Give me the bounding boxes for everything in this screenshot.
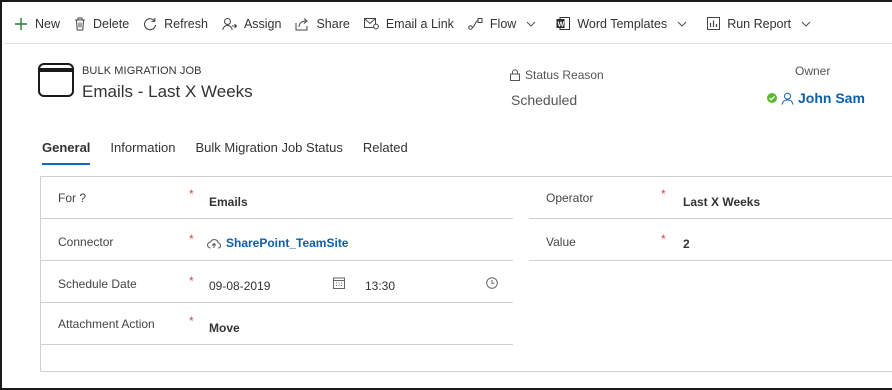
run-report-label: Run Report: [727, 16, 792, 31]
required-indicator: *: [189, 187, 194, 201]
operator-value[interactable]: Last X Weeks: [683, 195, 760, 209]
share-label: Share: [316, 16, 350, 31]
report-icon: [707, 17, 721, 30]
svg-text:W: W: [558, 21, 565, 28]
word-templates-button[interactable]: W Word Templates: [550, 4, 701, 44]
schedule-date-label: Schedule Date: [58, 277, 137, 291]
email-link-icon: [363, 18, 379, 30]
cloud-icon: [207, 238, 221, 248]
flow-icon: [468, 17, 483, 30]
tab-list: General Information Bulk Migration Job S…: [42, 140, 428, 165]
for-label: For ?: [58, 191, 87, 205]
chevron-down-icon: [677, 21, 687, 27]
required-indicator: *: [189, 232, 194, 246]
required-indicator: *: [189, 274, 194, 288]
status-reason-text: Status Reason: [525, 68, 604, 82]
refresh-button[interactable]: Refresh: [137, 4, 216, 44]
delete-label: Delete: [93, 16, 130, 31]
entity-type: BULK MIGRATION JOB: [82, 65, 202, 77]
owner-field[interactable]: John Sam: [767, 90, 865, 106]
general-section: For ? * Emails Connector * SharePoint_Te…: [40, 176, 892, 372]
assign-label: Assign: [243, 16, 282, 31]
presence-available-icon: [767, 93, 777, 103]
chevron-down-icon: [801, 21, 811, 27]
attachment-action-value[interactable]: Move: [209, 321, 240, 335]
calendar-icon[interactable]: [333, 277, 345, 289]
flow-button[interactable]: Flow: [462, 4, 550, 44]
for-value[interactable]: Emails: [209, 195, 248, 209]
schedule-date-row: Schedule Date * 09-08-2019 13:30: [41, 261, 513, 303]
tab-bulk-migration-job-status[interactable]: Bulk Migration Job Status: [195, 140, 342, 165]
tab-general[interactable]: General: [42, 140, 91, 165]
refresh-icon: [144, 17, 157, 30]
delete-button[interactable]: Delete: [68, 4, 137, 44]
connector-row: Connector * SharePoint_TeamSite: [41, 219, 513, 261]
tab-related[interactable]: Related: [363, 140, 408, 165]
for-row: For ? * Emails: [41, 177, 513, 219]
required-indicator: *: [661, 187, 666, 201]
attachment-action-row: Attachment Action * Move: [41, 303, 513, 345]
new-label: New: [35, 16, 61, 31]
operator-label: Operator: [546, 191, 594, 205]
clock-icon[interactable]: [486, 277, 498, 289]
chevron-down-icon: [526, 21, 536, 27]
run-report-button[interactable]: Run Report: [701, 4, 825, 44]
value-input[interactable]: 2: [683, 237, 690, 251]
email-link-button[interactable]: Email a Link: [358, 4, 462, 44]
value-label: Value: [546, 235, 576, 249]
value-row: Value * 2: [529, 219, 892, 261]
assign-icon: [222, 17, 237, 30]
owner-label: Owner: [795, 64, 831, 78]
schedule-date-input[interactable]: 09-08-2019: [209, 279, 270, 293]
refresh-label: Refresh: [164, 16, 208, 31]
attachment-action-label: Attachment Action: [58, 317, 155, 331]
required-indicator: *: [189, 314, 194, 328]
connector-value: SharePoint_TeamSite: [226, 236, 349, 250]
record-window: New Delete Refresh Assign Share Email a …: [0, 0, 892, 390]
status-reason-value: Scheduled: [511, 92, 578, 108]
user-icon: [781, 92, 794, 105]
tab-information[interactable]: Information: [110, 140, 175, 165]
status-reason-label: Status Reason: [510, 68, 604, 82]
entity-icon: [38, 63, 74, 97]
assign-button[interactable]: Assign: [216, 4, 290, 44]
command-bar: New Delete Refresh Assign Share Email a …: [4, 4, 892, 44]
schedule-time-input[interactable]: 13:30: [365, 279, 395, 293]
plus-icon: [15, 17, 27, 30]
trash-icon: [75, 17, 86, 30]
record-title: Emails - Last X Weeks: [82, 82, 253, 101]
share-icon: [295, 17, 309, 30]
new-button[interactable]: New: [8, 4, 68, 44]
email-link-label: Email a Link: [385, 16, 454, 31]
flow-label: Flow: [489, 16, 517, 31]
connector-lookup[interactable]: SharePoint_TeamSite: [207, 236, 348, 250]
operator-row: Operator * Last X Weeks: [529, 177, 892, 219]
required-indicator: *: [661, 232, 666, 246]
owner-name: John Sam: [798, 90, 865, 106]
word-icon: W: [556, 17, 571, 30]
connector-label: Connector: [58, 235, 114, 249]
share-button[interactable]: Share: [289, 4, 357, 44]
word-templates-label: Word Templates: [577, 16, 668, 31]
lock-icon: [510, 69, 520, 81]
